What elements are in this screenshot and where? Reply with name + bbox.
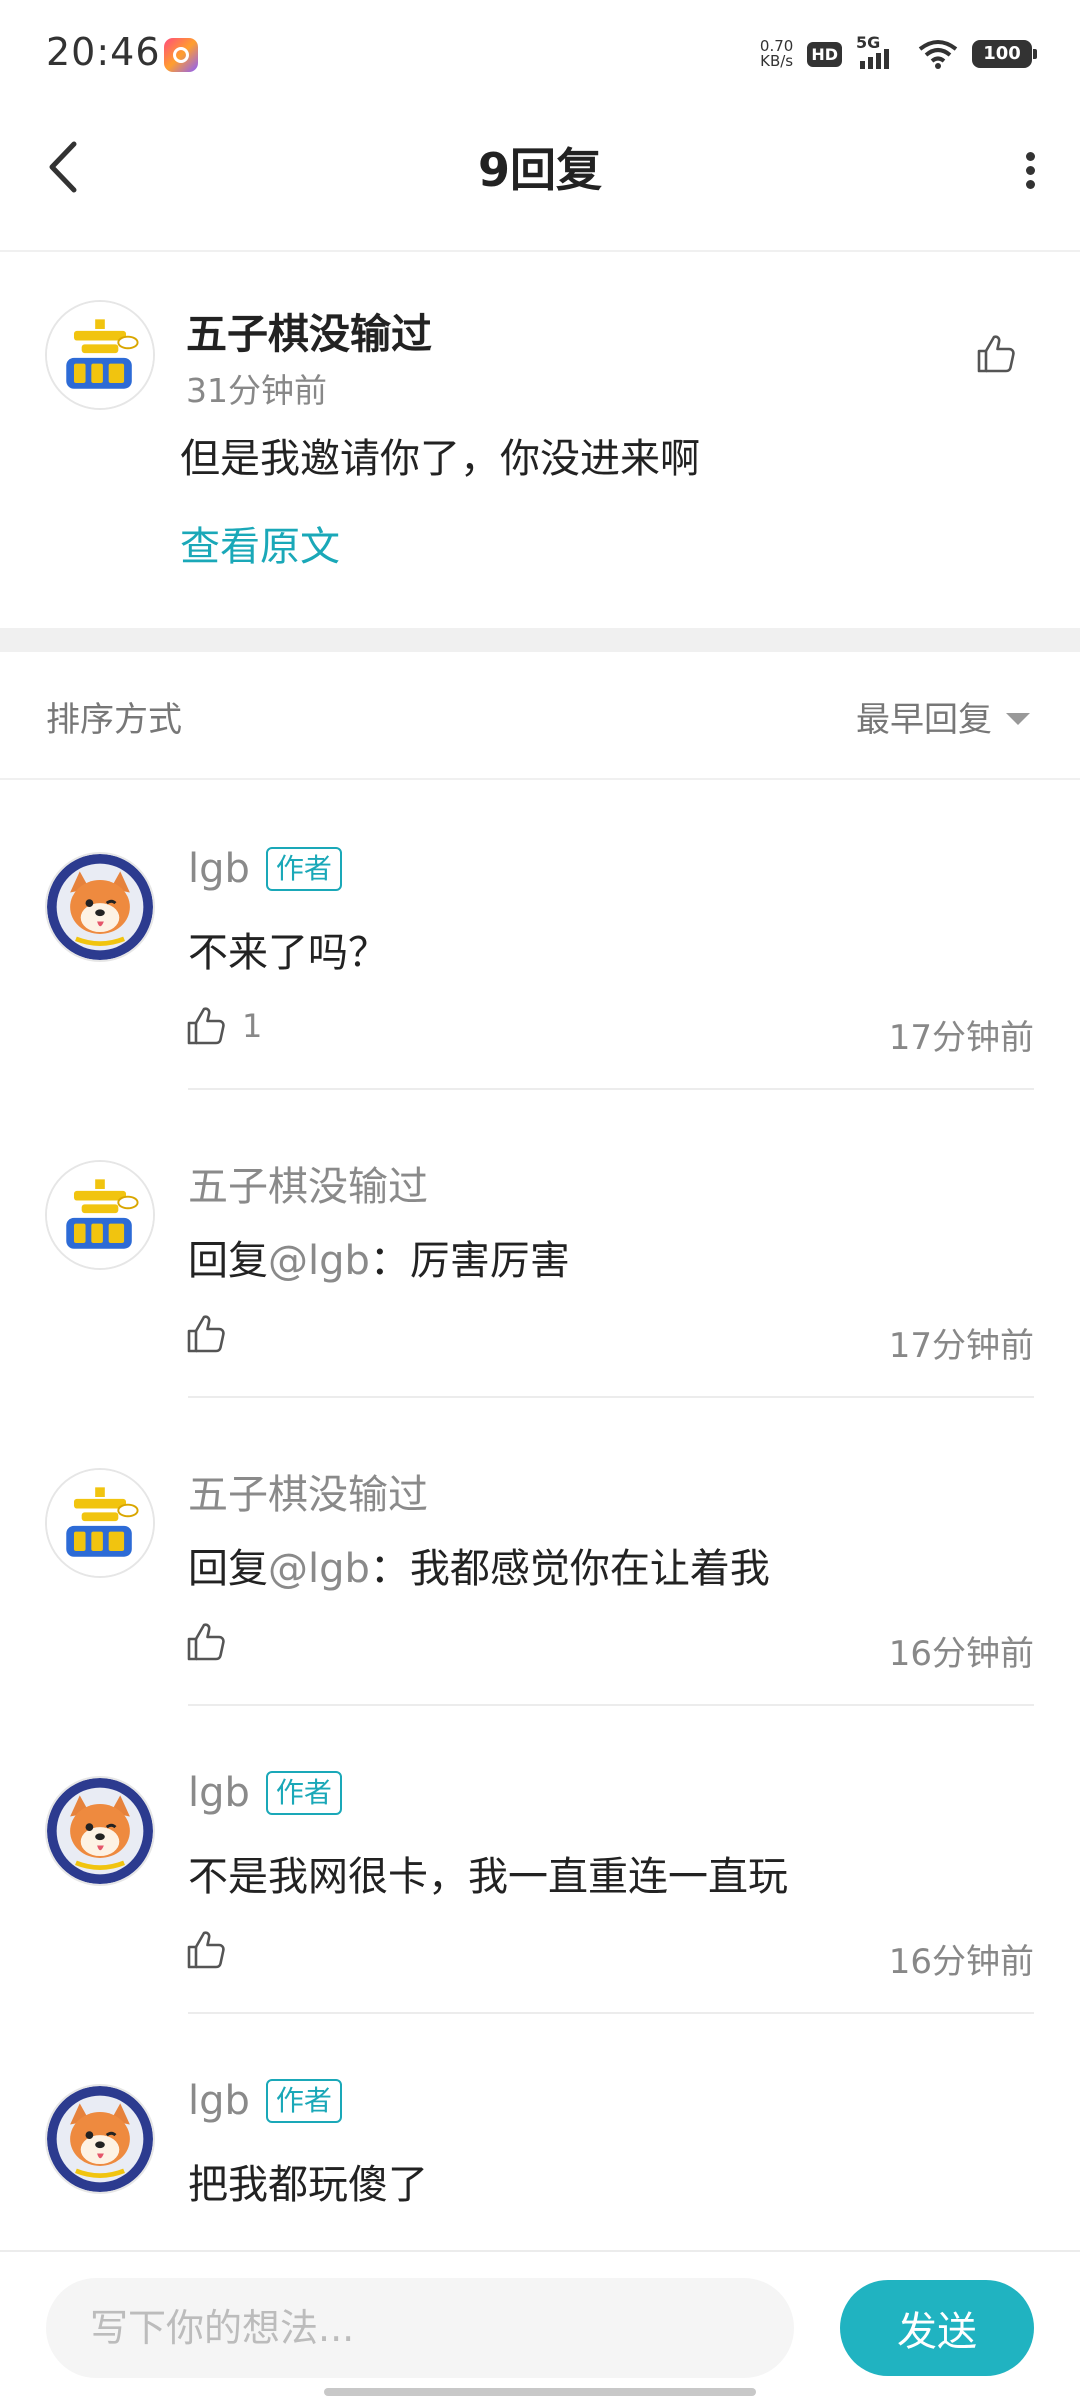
thumbs-up-icon: [182, 1310, 230, 1358]
sort-bar: 排序方式 最早回复: [0, 652, 1080, 780]
reply-text: 回复@lgb：厉害厉害: [188, 1228, 570, 1286]
sort-label: 排序方式: [46, 700, 182, 740]
reply-text: 不是我网很卡，我一直重连一直玩: [188, 1854, 788, 1900]
status-bar: 20:46 0.70 KB/s HD 5G 100: [0, 0, 1080, 110]
nav-bar: 9回复: [0, 110, 1080, 252]
reply-time: 17分钟前: [888, 1326, 1034, 1366]
like-button[interactable]: [182, 1618, 230, 1666]
hd-icon: HD: [807, 41, 842, 67]
view-original-link[interactable]: 查看原文: [180, 514, 340, 572]
avatar[interactable]: [45, 1160, 155, 1270]
reply-author[interactable]: lgb: [188, 2078, 250, 2124]
shiba-avatar-image: [47, 1778, 153, 1884]
home-indicator[interactable]: [324, 2388, 756, 2396]
like-button[interactable]: 1: [182, 1002, 262, 1050]
reply-body: ：我都感觉你在让着我: [369, 1546, 770, 1592]
reply-text: 把我都玩傻了: [188, 2162, 428, 2208]
reply-item: lgb 作者 不是我网很卡，我一直重连一直玩 16分钟前: [0, 1706, 1080, 2014]
section-divider: [0, 628, 1080, 652]
reply-author[interactable]: 五子棋没输过: [188, 1462, 428, 1520]
mention-link[interactable]: @lgb: [268, 1546, 370, 1592]
reply-author-line: lgb 作者: [188, 1770, 342, 1816]
comment-text: 但是我邀请你了，你没进来啊: [180, 436, 700, 482]
wifi-icon: [918, 40, 958, 69]
network-speed: 0.70 KB/s: [759, 37, 794, 70]
comment-composer: 发送: [0, 2250, 1080, 2400]
avatar[interactable]: [45, 2084, 155, 2194]
thumbs-up-icon: [182, 1926, 230, 1974]
thumbs-up-icon[interactable]: [972, 330, 1020, 378]
like-count: 1: [242, 1007, 263, 1045]
reply-prefix: 回复: [188, 1238, 268, 1284]
reply-time: 16分钟前: [888, 1942, 1034, 1982]
reply-author-line: 五子棋没输过: [188, 1462, 428, 1520]
like-button[interactable]: [182, 1926, 230, 1974]
reply-time: 16分钟前: [888, 1634, 1034, 1674]
page-title: 9回复: [477, 143, 602, 197]
shiba-avatar-image: [47, 2086, 153, 2192]
reply-item: lgb 作者 不来了吗？ 1 17分钟前: [0, 782, 1080, 1090]
author-badge: 作者: [265, 847, 342, 891]
shiba-avatar-image: [47, 854, 153, 960]
reply-author-line: lgb 作者: [188, 2078, 342, 2124]
reply-body: ：厉害厉害: [369, 1238, 570, 1284]
comment-time: 31分钟前: [186, 371, 327, 410]
caret-down-icon: [1006, 712, 1030, 725]
sort-selected-value: 最早回复: [856, 700, 992, 740]
reply-text: 不来了吗？: [188, 930, 388, 976]
thumbs-up-icon: [182, 1002, 230, 1050]
status-time: 20:46: [46, 30, 161, 74]
reply-item: 五子棋没输过 回复@lgb：我都感觉你在让着我 16分钟前: [0, 1398, 1080, 1706]
author-badge: 作者: [265, 1771, 342, 1815]
reply-list: lgb 作者 不来了吗？ 1 17分钟前 五子棋没输过 回复@lgb：厉害厉害 …: [0, 782, 1080, 2322]
win-avatar-image: [47, 1470, 153, 1576]
send-button[interactable]: 发送: [840, 2280, 1034, 2376]
avatar[interactable]: [45, 1468, 155, 1578]
avatar[interactable]: [45, 300, 155, 410]
author-badge: 作者: [265, 2079, 342, 2123]
mention-link[interactable]: @lgb: [268, 1238, 370, 1284]
status-icons: 0.70 KB/s HD 5G 100: [759, 33, 1037, 74]
win-avatar-image: [47, 1162, 153, 1268]
cellular-signal-icon: 5G: [856, 33, 904, 71]
reply-author-line: 五子棋没输过: [188, 1154, 428, 1212]
avatar[interactable]: [45, 1776, 155, 1886]
comment-author[interactable]: 五子棋没输过: [186, 300, 432, 360]
reply-item: 五子棋没输过 回复@lgb：厉害厉害 17分钟前: [0, 1090, 1080, 1398]
original-comment: 五子棋没输过 31分钟前 但是我邀请你了，你没进来啊 查看原文: [0, 254, 1080, 628]
reply-author-line: lgb 作者: [188, 846, 342, 892]
more-vertical-icon[interactable]: [1010, 140, 1050, 200]
reply-time: 17分钟前: [888, 1018, 1034, 1058]
sort-dropdown[interactable]: 最早回复: [856, 692, 1030, 741]
camera-app-icon: [164, 38, 198, 72]
like-button[interactable]: [182, 1310, 230, 1358]
thumbs-up-icon: [182, 1618, 230, 1666]
reply-prefix: 回复: [188, 1546, 268, 1592]
avatar[interactable]: [45, 852, 155, 962]
win-avatar-image: [47, 302, 153, 408]
comment-input[interactable]: [46, 2278, 794, 2378]
reply-author[interactable]: 五子棋没输过: [188, 1154, 428, 1212]
reply-author[interactable]: lgb: [188, 846, 250, 892]
reply-author[interactable]: lgb: [188, 1770, 250, 1816]
battery-icon: 100: [972, 40, 1037, 68]
reply-text: 回复@lgb：我都感觉你在让着我: [188, 1536, 770, 1594]
